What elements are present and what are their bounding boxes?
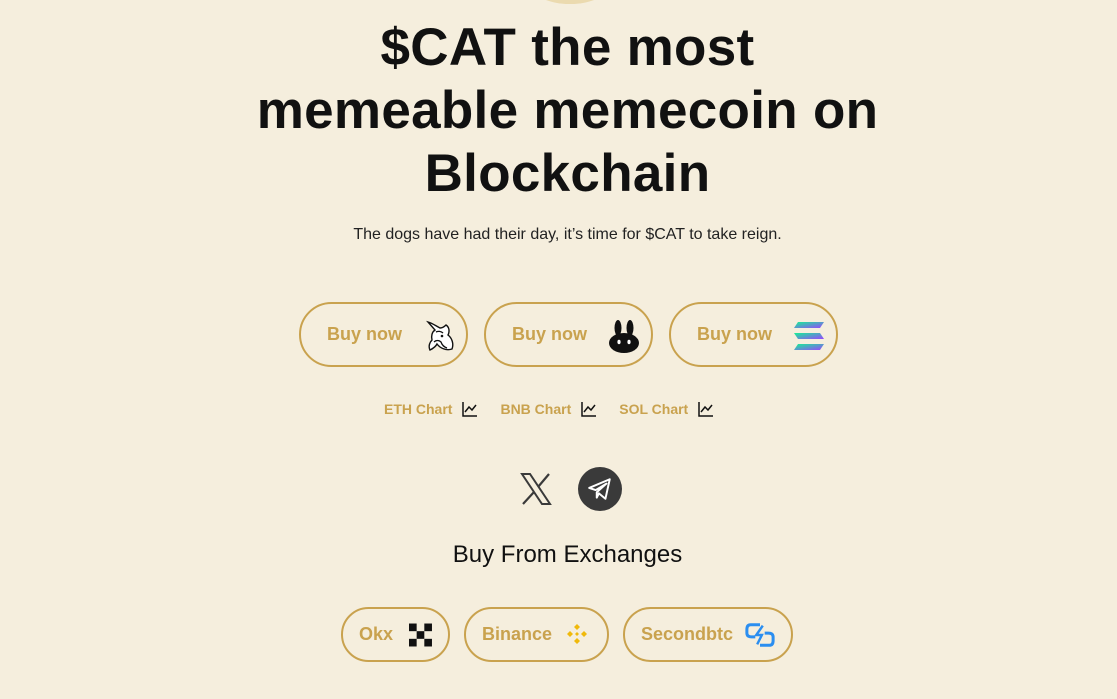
chart-link-label: SOL Chart <box>619 401 689 417</box>
title-line-2: memeable memecoin on <box>256 81 879 140</box>
exchange-buttons-row: Okx Binance Secondbtc <box>341 607 793 662</box>
secondbtc-icon <box>745 622 775 647</box>
exchange-label: Okx <box>359 624 394 644</box>
chart-icon <box>698 402 714 417</box>
title-line-1: $CAT the most <box>380 18 755 77</box>
telegram-link[interactable] <box>578 467 622 511</box>
binance-button[interactable]: Binance <box>464 607 609 662</box>
eth-chart-link[interactable]: ETH Chart <box>384 401 478 417</box>
title-line-3: Blockchain <box>424 144 711 203</box>
binance-icon <box>567 623 588 644</box>
buy-buttons-row: Buy now Buy now Buy now <box>299 302 838 367</box>
x-icon <box>520 473 552 505</box>
okx-icon <box>409 623 432 646</box>
buy-pancakeswap-button[interactable]: Buy now <box>484 302 653 367</box>
solana-icon <box>794 322 824 350</box>
buy-button-label: Buy now <box>697 324 772 344</box>
social-links <box>514 467 622 511</box>
chart-icon <box>581 402 597 417</box>
buy-uniswap-button[interactable]: Buy now <box>299 302 468 367</box>
decorative-blob <box>528 0 612 4</box>
exchanges-title: Buy From Exchanges <box>452 541 683 568</box>
sol-chart-link[interactable]: SOL Chart <box>619 401 714 417</box>
chart-links-row: ETH Chart BNB Chart SOL Chart <box>384 401 714 417</box>
uniswap-icon <box>426 320 454 351</box>
chart-link-label: ETH Chart <box>384 401 453 417</box>
telegram-icon <box>588 478 611 500</box>
exchange-label: Binance <box>482 624 553 644</box>
x-link[interactable] <box>514 467 558 511</box>
chart-icon <box>462 402 478 417</box>
buy-solana-button[interactable]: Buy now <box>669 302 838 367</box>
page-title: $CAT the most memeable memecoin on Block… <box>0 16 1117 205</box>
exchange-label: Secondbtc <box>641 624 734 644</box>
buy-button-label: Buy now <box>512 324 587 344</box>
pancakeswap-icon <box>609 320 639 353</box>
chart-link-label: BNB Chart <box>500 401 572 417</box>
hero-subtitle: The dogs have had their day, it’s time f… <box>353 226 782 243</box>
secondbtc-button[interactable]: Secondbtc <box>623 607 793 662</box>
okx-button[interactable]: Okx <box>341 607 450 662</box>
bnb-chart-link[interactable]: BNB Chart <box>500 401 597 417</box>
buy-button-label: Buy now <box>327 324 402 344</box>
